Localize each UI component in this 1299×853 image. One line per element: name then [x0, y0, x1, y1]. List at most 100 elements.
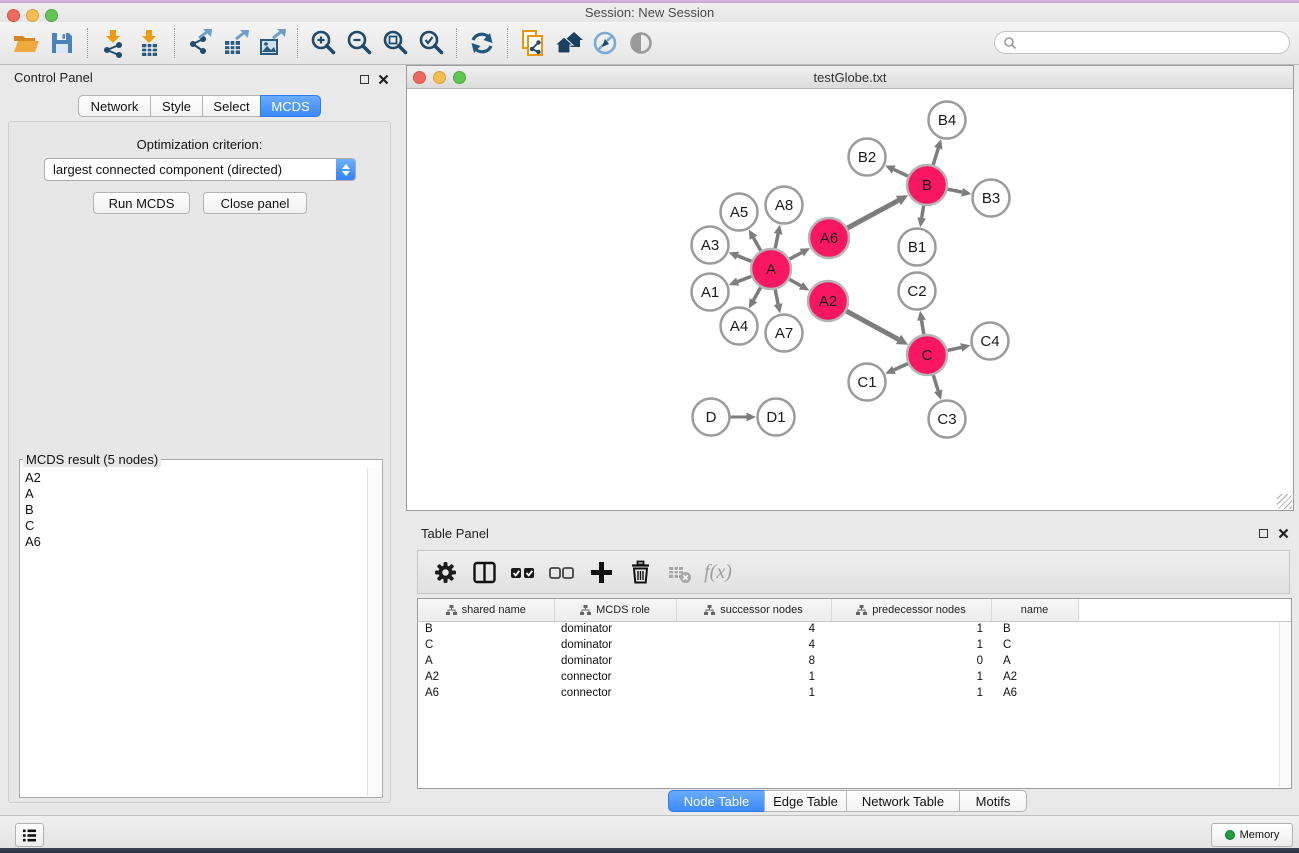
- network-resize-grip[interactable]: [1277, 494, 1292, 509]
- task-history-button[interactable]: [15, 823, 44, 847]
- graph-edge-A-A2[interactable]: [789, 279, 801, 286]
- toolbar-separator: [87, 28, 88, 58]
- refresh-layout-icon[interactable]: [464, 26, 500, 60]
- search-field[interactable]: [994, 31, 1290, 54]
- graph-node-label: C1: [857, 374, 876, 391]
- export-table-icon[interactable]: [218, 26, 254, 60]
- graph-edge-B-B3[interactable]: [948, 189, 963, 192]
- mcds-result-item[interactable]: A2: [25, 470, 367, 486]
- tab-mcds[interactable]: MCDS: [260, 95, 321, 117]
- new-network-from-selection-icon[interactable]: [515, 26, 551, 60]
- export-image-icon[interactable]: [254, 26, 290, 60]
- delete-columns-icon[interactable]: [625, 557, 655, 587]
- mcds-result-scrollbar[interactable]: [367, 468, 381, 796]
- function-builder-icon: f(x): [703, 557, 733, 587]
- zoom-out-icon[interactable]: [341, 26, 377, 60]
- control-panel-float-button[interactable]: [357, 72, 371, 86]
- export-network-icon[interactable]: [182, 26, 218, 60]
- mcds-result-item[interactable]: C: [25, 518, 367, 534]
- column-header-name[interactable]: name: [991, 599, 1078, 621]
- create-column-icon[interactable]: [586, 557, 616, 587]
- table-panel-float-button[interactable]: [1256, 526, 1270, 540]
- graph-edge-B-B2[interactable]: [894, 169, 908, 176]
- tab-motifs[interactable]: Motifs: [959, 790, 1027, 812]
- table-row[interactable]: A6connector11A6: [418, 685, 1291, 701]
- network-window-title: testGlobe.txt: [407, 70, 1293, 85]
- optimization-criterion-label: Optimization criterion:: [9, 137, 390, 152]
- mcds-result-item[interactable]: B: [25, 502, 367, 518]
- graph-edge-C-C1[interactable]: [894, 364, 908, 370]
- criterion-dropdown[interactable]: largest connected component (directed): [44, 158, 356, 181]
- table-panel-title: Table Panel: [421, 526, 489, 541]
- graph-arrowhead: [774, 225, 783, 235]
- search-input[interactable]: [1017, 35, 1281, 50]
- zoom-fit-icon[interactable]: [377, 26, 413, 60]
- graph-edge-A-A5[interactable]: [753, 238, 760, 251]
- open-session-icon[interactable]: [8, 26, 44, 60]
- column-header-shared-name[interactable]: shared name: [418, 599, 554, 621]
- main-toolbar: [0, 22, 1299, 65]
- graph-edge-B-B4[interactable]: [933, 148, 938, 165]
- table-row[interactable]: Bdominator41B: [418, 621, 1291, 637]
- tab-style[interactable]: Style: [150, 95, 203, 117]
- graph-edge-A-A6[interactable]: [790, 253, 802, 259]
- graph-node-label: A8: [775, 197, 793, 214]
- network-canvas[interactable]: AA1A2A3A4A5A6A7A8BB1B2B3B4CC1C2C3C4DD1: [407, 89, 1293, 510]
- import-table-icon[interactable]: [131, 26, 167, 60]
- graph-edge-A-A1[interactable]: [738, 276, 752, 281]
- tab-network-table[interactable]: Network Table: [846, 790, 960, 812]
- column-header-successor-nodes[interactable]: successor nodes: [676, 599, 831, 621]
- network-graph[interactable]: AA1A2A3A4A5A6A7A8BB1B2B3B4CC1C2C3C4DD1: [407, 89, 1293, 510]
- graph-edge-A6-B[interactable]: [847, 200, 898, 228]
- import-network-icon[interactable]: [95, 26, 131, 60]
- graph-edge-C-C3[interactable]: [933, 375, 938, 391]
- column-header-predecessor-nodes[interactable]: predecessor nodes: [831, 599, 991, 621]
- graph-edge-C-C4[interactable]: [947, 347, 961, 350]
- table-mode-gear-icon[interactable]: [430, 557, 460, 587]
- tab-network[interactable]: Network: [78, 95, 151, 117]
- save-session-icon[interactable]: [44, 26, 80, 60]
- graph-edge-A-A8[interactable]: [775, 234, 778, 249]
- hide-graphics-details-icon[interactable]: [587, 26, 623, 60]
- table-row[interactable]: Adominator80A: [418, 653, 1291, 669]
- network-window: testGlobe.txt AA1A2A3A4A5A6A7A8BB1B2B3B4…: [406, 65, 1294, 511]
- run-mcds-button[interactable]: Run MCDS: [93, 192, 190, 214]
- table-scrollbar[interactable]: [1279, 622, 1290, 787]
- graph-edge-C-C2[interactable]: [922, 320, 924, 334]
- desktop-strip-bottom: [0, 848, 1299, 853]
- select-all-columns-icon[interactable]: [508, 557, 538, 587]
- tab-node-table[interactable]: Node Table: [668, 790, 765, 812]
- home-icon[interactable]: [551, 26, 587, 60]
- graph-edge-B-B1[interactable]: [922, 206, 924, 218]
- graph-edge-A-A4[interactable]: [753, 287, 760, 300]
- mcds-result-title: MCDS result (5 nodes): [23, 452, 161, 467]
- table-row[interactable]: Cdominator41C: [418, 637, 1291, 653]
- graph-node-label: A7: [775, 325, 793, 342]
- table-row[interactable]: A2connector11A2: [418, 669, 1291, 685]
- zoom-selected-icon[interactable]: [413, 26, 449, 60]
- main-titlebar[interactable]: Session: New Session: [0, 3, 1299, 22]
- control-panel-close-button[interactable]: [376, 72, 390, 86]
- tab-select[interactable]: Select: [202, 95, 261, 117]
- column-header-mcds-role[interactable]: MCDS role: [554, 599, 676, 621]
- memory-status-icon: [1225, 830, 1235, 840]
- criterion-value: largest connected component (directed): [45, 162, 336, 177]
- mcds-result-item[interactable]: A: [25, 486, 367, 502]
- graph-edge-A2-C[interactable]: [846, 311, 898, 339]
- unselect-all-columns-icon[interactable]: [547, 557, 577, 587]
- memory-button[interactable]: Memory: [1211, 823, 1293, 847]
- mcds-result-item[interactable]: A6: [25, 534, 367, 550]
- graph-edge-A-A3[interactable]: [737, 256, 751, 262]
- birdseye-view-icon[interactable]: [623, 26, 659, 60]
- graph-arrowhead: [747, 413, 757, 422]
- table-panel-close-button[interactable]: [1276, 526, 1290, 540]
- graph-edge-A-A7[interactable]: [775, 290, 778, 305]
- graph-node-label: D: [706, 409, 717, 426]
- tab-edge-table[interactable]: Edge Table: [764, 790, 847, 812]
- attribute-icon: [446, 605, 457, 615]
- zoom-in-icon[interactable]: [305, 26, 341, 60]
- close-panel-button[interactable]: Close panel: [203, 192, 307, 214]
- graph-arrowhead: [774, 303, 783, 313]
- show-columns-icon[interactable]: [469, 557, 499, 587]
- network-window-titlebar[interactable]: testGlobe.txt: [407, 66, 1293, 89]
